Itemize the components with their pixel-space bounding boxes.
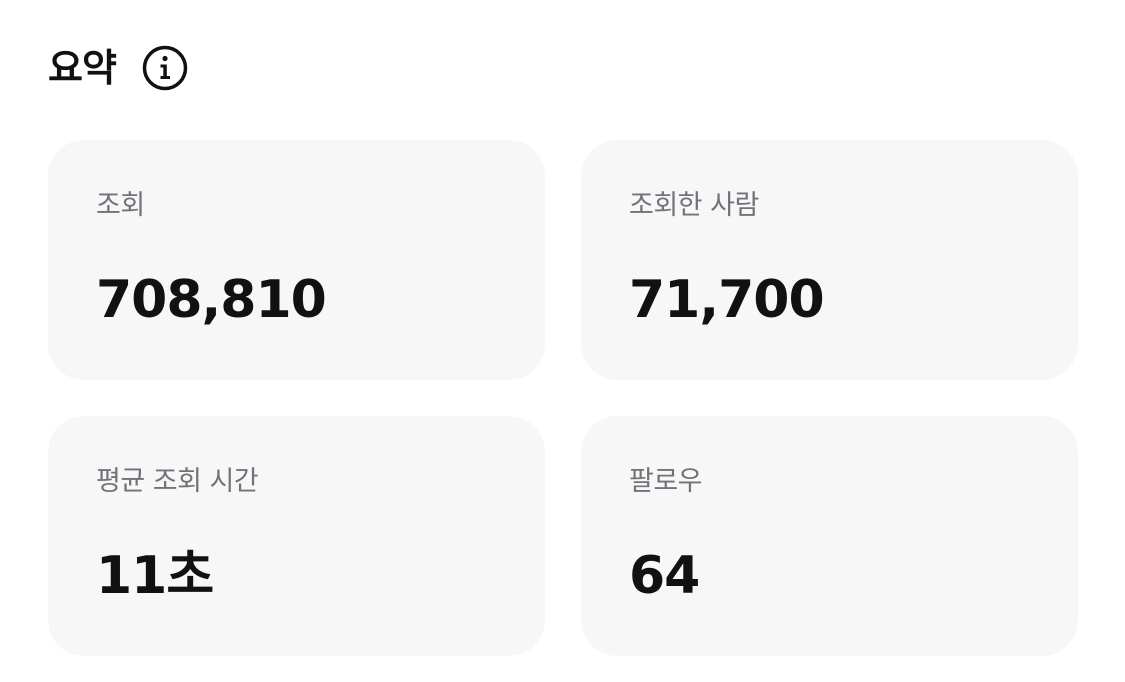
stat-card-label: 조회 (96, 190, 145, 221)
info-icon[interactable] (142, 45, 188, 91)
stat-card-avg-view-time: 평균 조회 시간 11초 (48, 416, 545, 656)
stat-card-label: 조회한 사람 (629, 190, 759, 221)
stat-card-viewers: 조회한 사람 71,700 (581, 140, 1078, 380)
stat-card-follows: 팔로우 64 (581, 416, 1078, 656)
stat-card-value: 11초 (96, 546, 214, 606)
stat-card-views: 조회 708,810 (48, 140, 545, 380)
page-title: 요약 (48, 46, 117, 90)
stat-card-value: 64 (629, 546, 700, 606)
stat-card-value: 71,700 (629, 270, 825, 330)
summary-header: 요약 (48, 40, 188, 96)
stat-card-label: 평균 조회 시간 (96, 466, 259, 497)
stat-card-label: 팔로우 (629, 466, 703, 497)
stat-card-value: 708,810 (96, 270, 327, 330)
